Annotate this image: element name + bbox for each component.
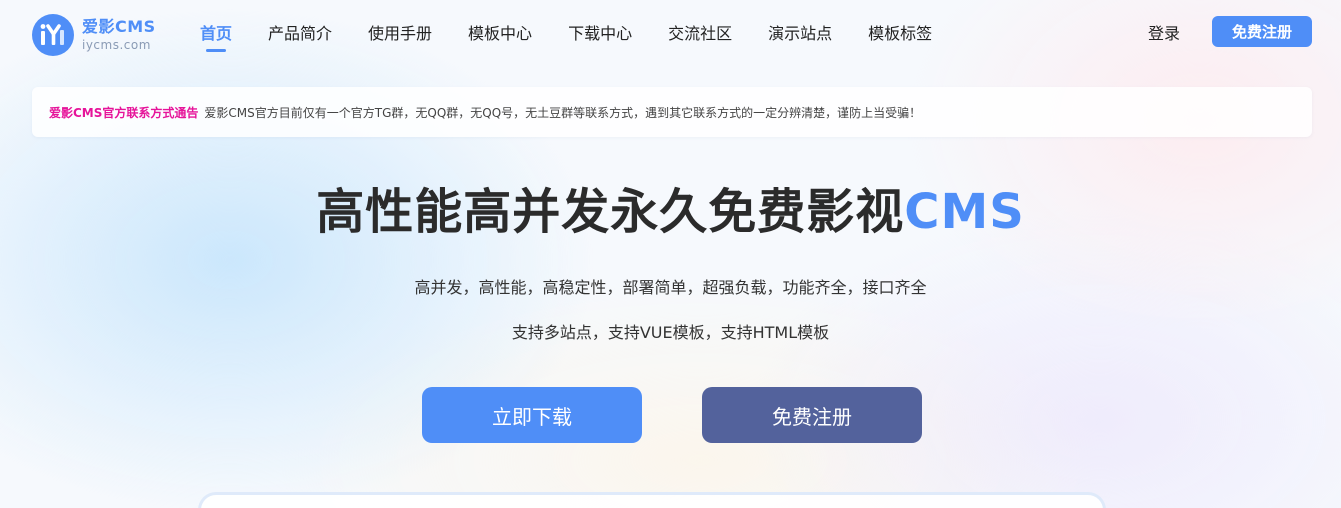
main-nav: 首页 产品简介 使用手册 模板中心 下载中心 交流社区 演示站点 模板标签 (200, 0, 968, 64)
nav-item-template-tags[interactable]: 模板标签 (868, 0, 932, 64)
notice-title[interactable]: 爱影CMS官方联系方式通告 (49, 104, 198, 121)
site-header: 爱影CMS iycms.com 首页 产品简介 使用手册 模板中心 下载中心 交… (0, 0, 1341, 70)
notice-banner: 爱影CMS官方联系方式通告 爱影CMS官方目前仅有一个官方TG群，无QQ群，无Q… (32, 87, 1312, 137)
nav-item-home[interactable]: 首页 (200, 0, 232, 64)
logo-subtitle: iycms.com (82, 38, 151, 52)
hero-subtitle-features: 高并发，高性能，高稳定性，部署简单，超强负载，功能齐全，接口齐全 (414, 278, 927, 297)
iy-logo-icon (32, 14, 74, 56)
nav-item-product-intro[interactable]: 产品简介 (268, 0, 332, 64)
nav-item-downloads[interactable]: 下载中心 (568, 0, 632, 64)
hero-title-accent: CMS (904, 184, 1025, 240)
nav-item-demo-sites[interactable]: 演示站点 (768, 0, 832, 64)
logo-text: 爱影CMS iycms.com (82, 17, 156, 52)
hero-register-button[interactable]: 免费注册 (702, 387, 922, 443)
notice-text: 爱影CMS官方目前仅有一个官方TG群，无QQ群，无QQ号，无土豆群等联系方式，遇… (204, 105, 922, 120)
header-register-button[interactable]: 免费注册 (1212, 16, 1312, 47)
preview-card (198, 492, 1106, 508)
logo-title: 爱影CMS (82, 17, 156, 36)
download-button[interactable]: 立即下载 (422, 387, 642, 443)
hero-title: 高性能高并发永久免费影视CMS (0, 172, 1341, 242)
hero-subtitle-support: 支持多站点，支持VUE模板，支持HTML模板 (511, 323, 830, 342)
nav-item-manual[interactable]: 使用手册 (368, 0, 432, 64)
site-logo[interactable]: 爱影CMS iycms.com (32, 14, 156, 56)
nav-item-community[interactable]: 交流社区 (668, 0, 732, 64)
nav-item-templates[interactable]: 模板中心 (468, 0, 532, 64)
login-link[interactable]: 登录 (1148, 20, 1180, 44)
hero-title-main: 高性能高并发永久免费影视 (316, 184, 905, 240)
